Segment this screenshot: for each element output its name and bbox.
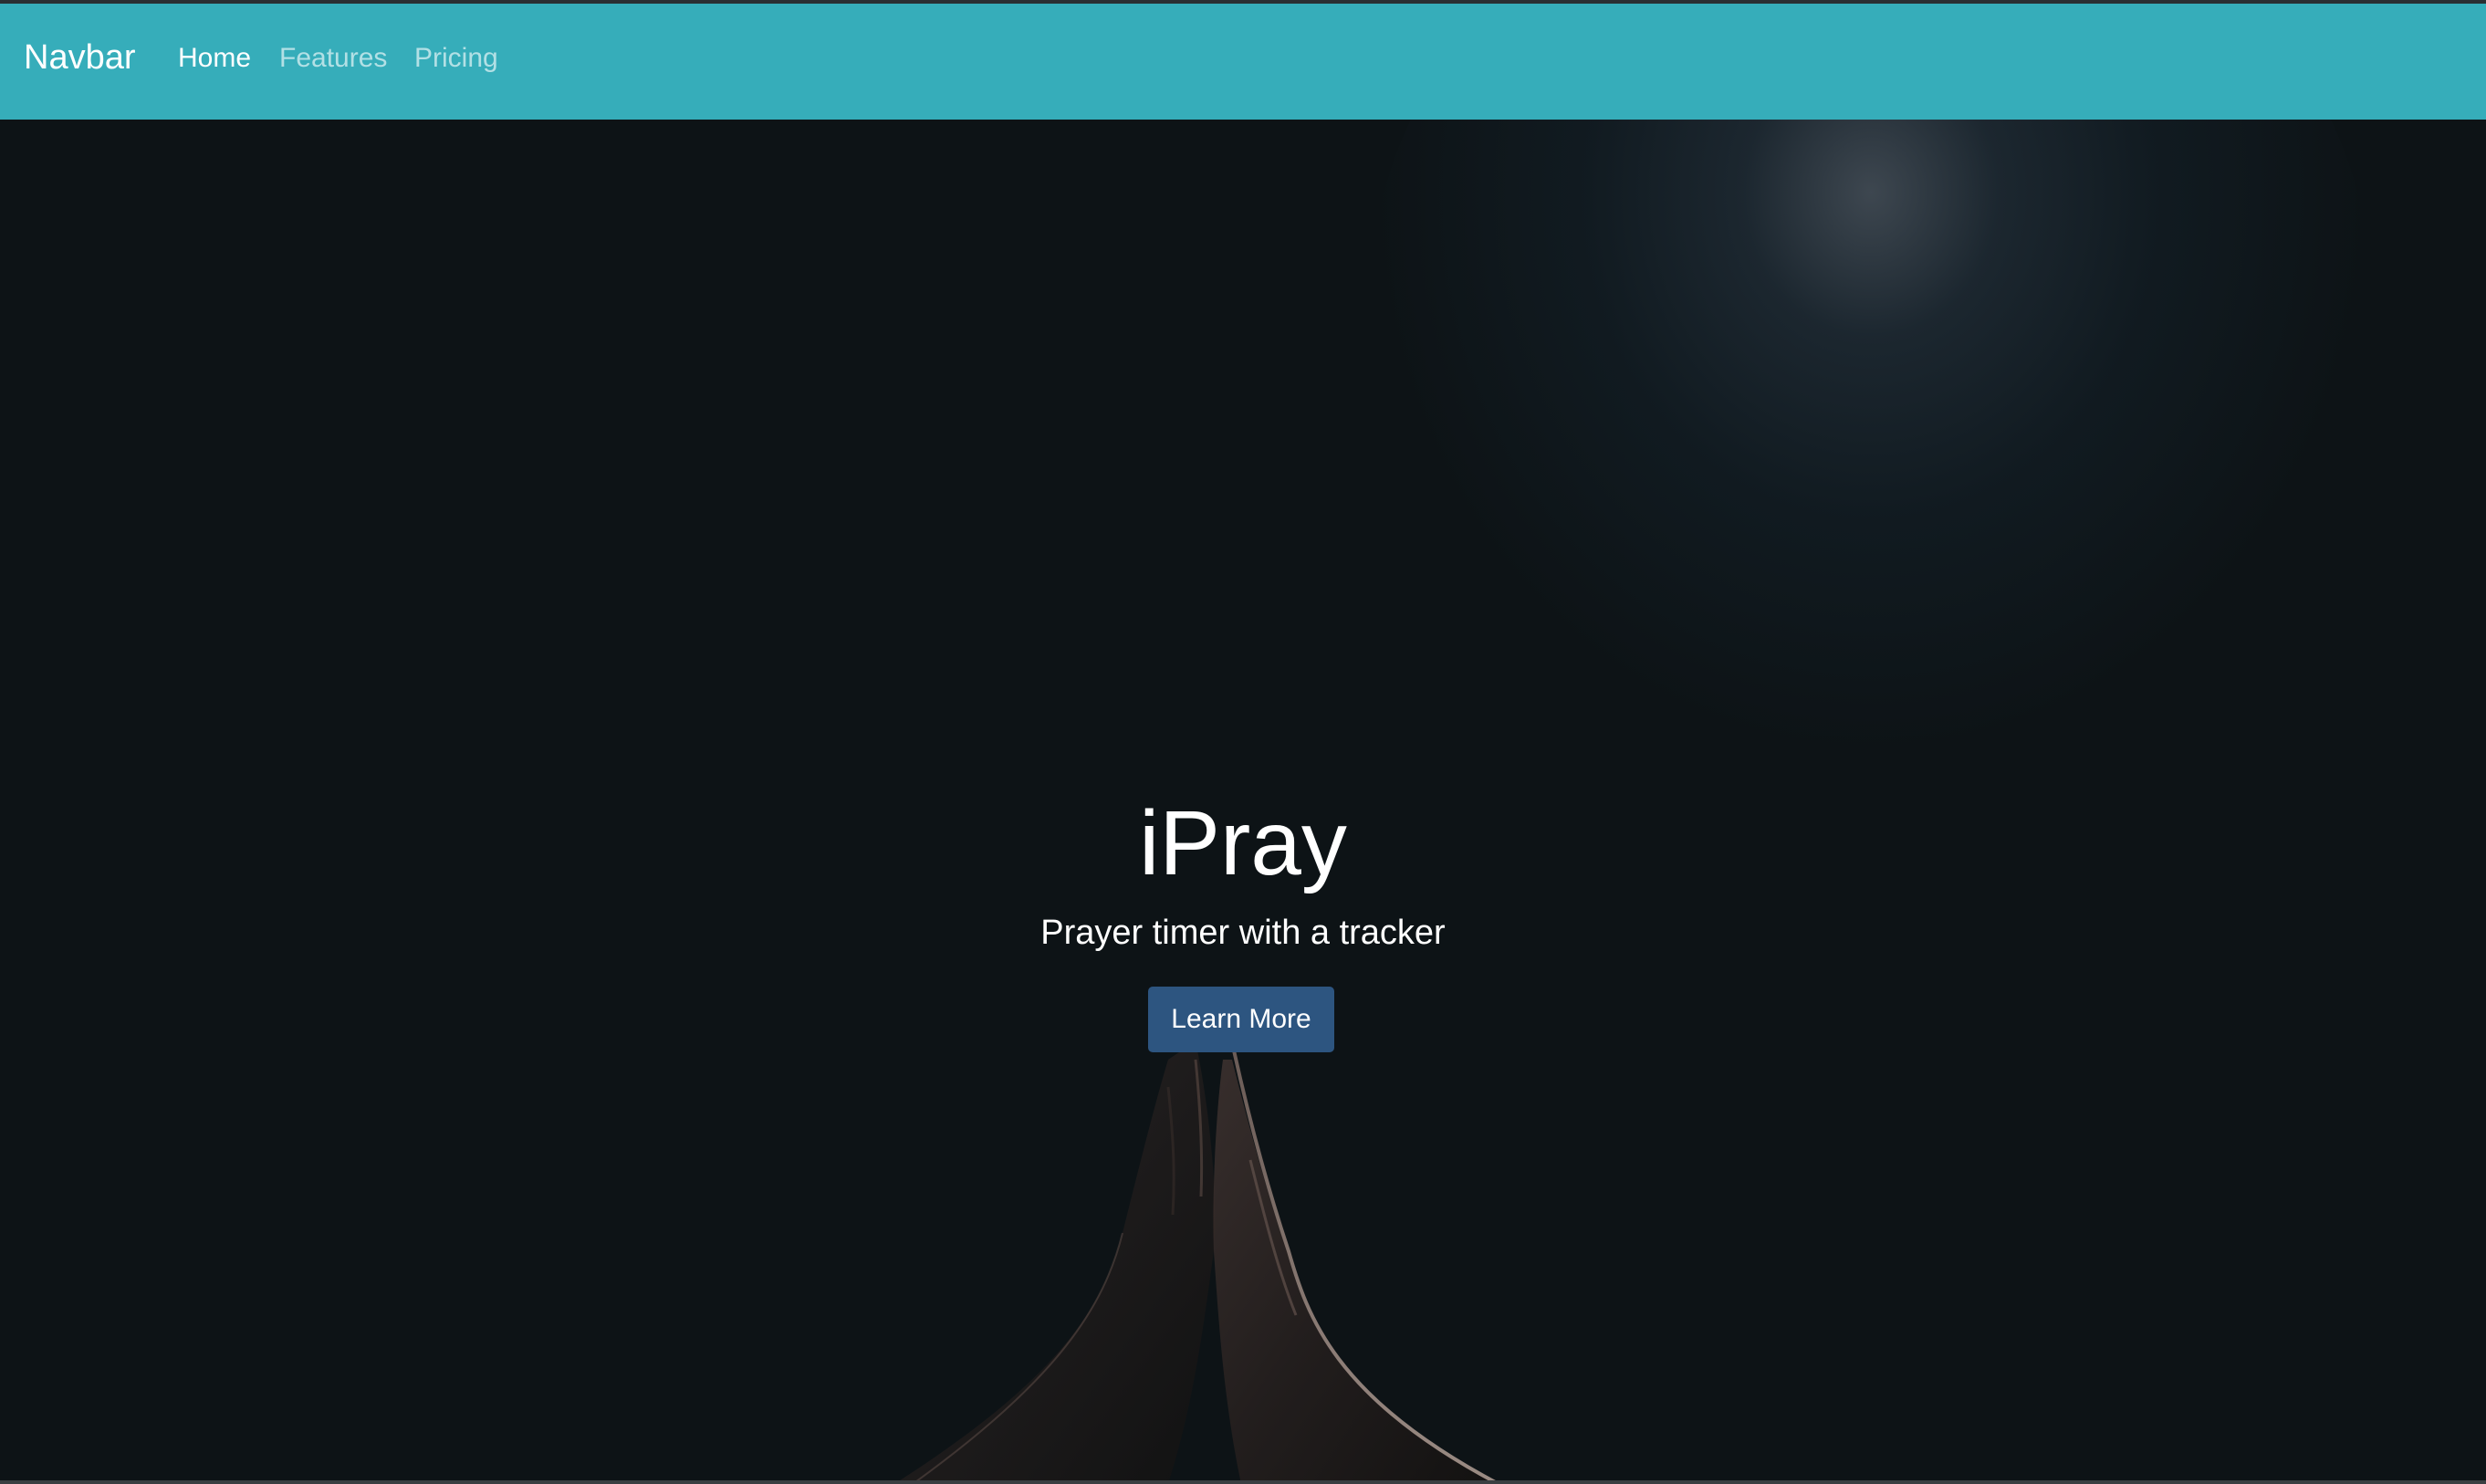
learn-more-button[interactable]: Learn More: [1148, 987, 1334, 1052]
nav-link-features[interactable]: Features: [279, 38, 387, 78]
hero-section: iPray Prayer timer with a tracker Learn …: [0, 120, 2486, 1484]
navbar: Navbar Home Features Pricing: [0, 4, 2486, 120]
navbar-brand[interactable]: Navbar: [24, 35, 136, 80]
hero-subtitle: Prayer timer with a tracker: [1040, 914, 1446, 952]
browser-viewport: Navbar Home Features Pricing iPray Praye…: [0, 0, 2486, 1484]
light-glow: [1369, 120, 2373, 758]
window-bottom-border: [0, 1480, 2486, 1484]
nav-link-pricing[interactable]: Pricing: [414, 38, 498, 78]
hero-title: iPray: [1139, 792, 1347, 894]
nav-link-home[interactable]: Home: [178, 38, 251, 78]
